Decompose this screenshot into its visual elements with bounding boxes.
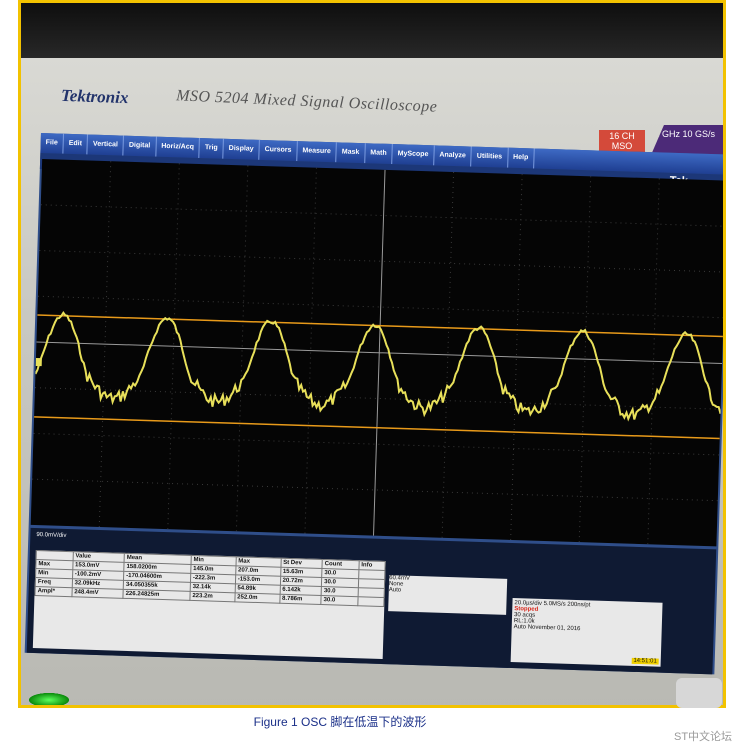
menu-math[interactable]: Math <box>365 143 393 165</box>
bottom-panel: 90.0mV/div Value Mean Min Max St Dev Cou… <box>26 527 717 675</box>
channel-badge: 16 CH MSO <box>599 130 645 153</box>
menu-utilities[interactable]: Utilities <box>471 146 509 168</box>
ch1-marker <box>35 357 42 367</box>
meas-cell: 223.2m <box>189 591 235 602</box>
acq-time: 14:51:01 <box>631 657 659 665</box>
menu-measure[interactable]: Measure <box>297 141 338 163</box>
watermark-icon <box>676 678 722 708</box>
menu-horiz-acq[interactable]: Horiz/Acq <box>155 136 201 158</box>
ch1-scale[interactable]: 90.0mV/div <box>36 532 66 539</box>
menu-digital[interactable]: Digital <box>123 135 157 157</box>
meas-cell: 226.24825m <box>122 589 190 601</box>
points: 200ns/pt <box>567 601 591 609</box>
menu-cursors[interactable]: Cursors <box>259 139 298 162</box>
grid-lines <box>32 161 723 545</box>
graticule <box>30 159 723 547</box>
waveform-display <box>32 161 723 545</box>
figure-caption: Figure 1 OSC 脚在低温下的波形 <box>253 715 427 729</box>
brand-logo: Tektronix <box>60 85 129 108</box>
meas-cell: 248.4mV <box>71 587 124 599</box>
menu-mask[interactable]: Mask <box>336 142 366 164</box>
meas-cell <box>357 596 385 607</box>
menu-myscope[interactable]: MyScope <box>392 144 435 166</box>
power-led <box>29 693 69 705</box>
scope-screen: File Edit Vertical Digital Horiz/Acq Tri… <box>24 133 723 675</box>
meas-cell: 30.0 <box>320 595 358 606</box>
menu-vertical[interactable]: Vertical <box>87 134 125 156</box>
measurement-table: Value Mean Min Max St Dev Count Info Max… <box>32 550 386 659</box>
watermark-text: ST中文论坛 <box>674 731 733 743</box>
meas-cell: 8.786m <box>279 594 322 605</box>
background-dark <box>21 3 723 63</box>
meas-cell: 252.0m <box>234 592 280 604</box>
menu-edit[interactable]: Edit <box>63 133 89 155</box>
photo-frame: Tektronix MSO 5204 Mixed Signal Oscillos… <box>18 0 726 708</box>
samplerate: 5.0MS/s <box>543 601 566 608</box>
acq-date: November 01, 2016 <box>527 624 581 633</box>
menu-file[interactable]: File <box>40 133 65 154</box>
menu-analyze[interactable]: Analyze <box>434 145 473 167</box>
trigger-readout[interactable]: 60.4mV None Auto <box>388 575 508 615</box>
menu-display[interactable]: Display <box>223 138 260 160</box>
acquisition-readout[interactable]: 20.0µs/div 5.0MS/s 200ns/pt Stopped 30 a… <box>510 598 663 667</box>
menu-trig[interactable]: Trig <box>199 138 225 159</box>
acq-mode: Auto <box>513 624 527 631</box>
menu-help[interactable]: Help <box>507 147 535 169</box>
meas-label: Ampl* <box>34 586 72 597</box>
